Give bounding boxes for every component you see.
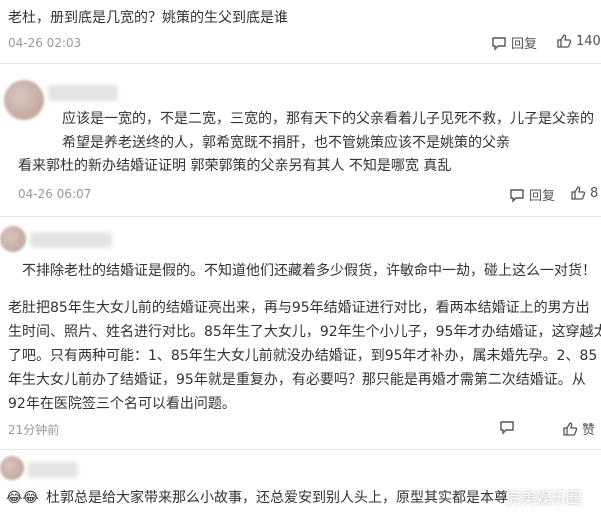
- like-count: 140: [576, 33, 601, 49]
- comment-2-line-2: 希望是养老送终的人，郭希宽既不捐肝，也不管姚策应该不是姚策的父亲: [62, 135, 510, 151]
- comment-4-emoji: 😂😂: [6, 490, 39, 506]
- comment-1-like-button[interactable]: 140: [556, 33, 601, 49]
- reply-icon: [499, 419, 515, 435]
- comment-3-like-button[interactable]: 赞: [562, 419, 595, 438]
- username-blurred[interactable]: [30, 232, 112, 248]
- comment-3-line-1: 不排除老杜的结婚证是假的。不知道他们还藏着多少假货，许敏命中一劫，碰上这么一对货…: [22, 263, 596, 279]
- thumbs-up-icon: [562, 421, 578, 437]
- watermark: 完美娱乐圈: [506, 489, 582, 507]
- thumbs-up-icon: [556, 33, 572, 49]
- comment-1-text: 老杜，册到底是几宽的？姚策的生父到底是谁: [8, 10, 288, 26]
- comment-2-time: 04-26 06:07: [18, 187, 92, 201]
- avatar[interactable]: [4, 80, 44, 120]
- comment-2-like-button[interactable]: 8: [570, 185, 598, 201]
- comment-3-time: 21分钟前: [8, 423, 60, 437]
- reply-label: 回复: [529, 189, 556, 204]
- divider: [0, 449, 601, 450]
- comment-2-line-1: 应该是一宽的，不是二宽，三宽的，那有天下的父亲看着儿子见死不救，儿子是父亲的: [62, 111, 594, 127]
- like-count: 8: [590, 185, 599, 201]
- avatar[interactable]: [0, 456, 24, 480]
- comment-1-reply-button[interactable]: 回复: [491, 33, 537, 52]
- comment-3-body-line-4: 年生大女儿前办了结婚证，95年就是重复办，有必要吗？那只能是再婚才需第二次结婚证…: [8, 372, 586, 388]
- username-blurred[interactable]: [28, 462, 78, 478]
- comment-1-time: 04-26 02:03: [8, 36, 82, 50]
- comment-3-body-line-3: 了吧。只有两种可能：1、85年生大女儿前就没办结婚证，到95年才补办，属未婚先孕…: [8, 348, 598, 364]
- comment-3-reply-button[interactable]: [499, 419, 515, 435]
- reply-icon: [491, 35, 507, 51]
- thumbs-up-icon: [570, 185, 586, 201]
- divider: [0, 63, 601, 64]
- comment-3-body-line-1: 老肚把85年生大女儿前的结婚证亮出来，再与95年结婚证进行对比，看两本结婚证上的…: [8, 300, 590, 316]
- comment-3-body-line-5: 92年在医院签三个名可以看出问题。: [8, 396, 236, 412]
- avatar[interactable]: [0, 226, 26, 252]
- divider: [0, 216, 601, 217]
- username-blurred[interactable]: [48, 85, 118, 101]
- reply-icon: [509, 187, 525, 203]
- comment-2-reply-button[interactable]: 回复: [509, 185, 555, 204]
- comment-2-line-3: 看来郭杜的新办结婚证证明 郭荣郭策的父亲另有其人 不知是哪宽 真乱: [18, 158, 452, 174]
- like-label: 赞: [582, 423, 596, 438]
- comment-4-text: 杜郭总是给大家带来那么小故事，还总爱安到别人头上，原型其实都是本尊: [46, 490, 508, 506]
- comment-3-body-line-2: 生时间、照片、姓名进行对比。85年生了大女儿，92年生个小儿子，95年才办结婚证…: [8, 324, 601, 340]
- reply-label: 回复: [511, 37, 538, 52]
